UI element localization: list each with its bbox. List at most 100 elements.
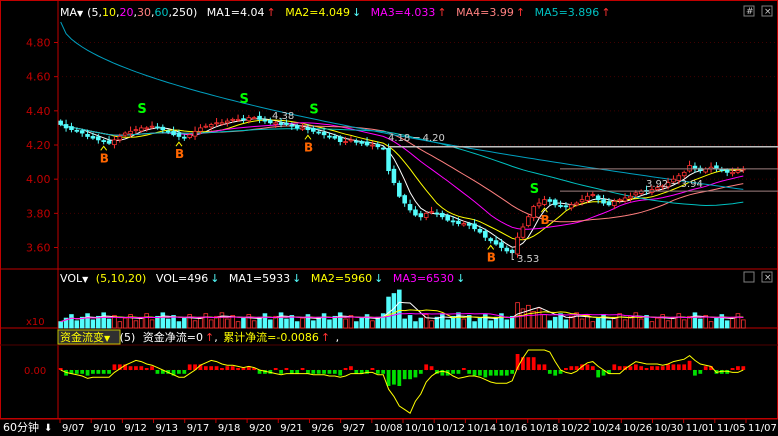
volume-bar (122, 317, 128, 329)
main-panel-controls[interactable]: # × (743, 5, 773, 17)
candle-body (724, 169, 730, 173)
date-label: 10/16 (499, 423, 528, 434)
y-tick-label: 3.80 (26, 207, 51, 220)
period-selector[interactable]: 60分钟 (3, 420, 39, 434)
candle-body (305, 127, 311, 131)
date-label: 10/30 (654, 423, 683, 434)
ma4-value: MA4=3.99 (456, 6, 514, 19)
ma-indicator-name: MA (60, 6, 77, 19)
flow-bar (74, 370, 79, 374)
candle-body (133, 129, 139, 132)
flow-bar (628, 366, 633, 370)
candle-body (563, 205, 569, 208)
flow-bar (488, 370, 493, 376)
flow-bar (392, 370, 396, 385)
buy-signal: B (487, 250, 496, 264)
volume-bar (321, 313, 327, 329)
date-label: 11/05 (717, 423, 746, 434)
volume-bars[interactable] (58, 289, 746, 329)
flow-bar (650, 366, 654, 370)
flow-bar (467, 370, 472, 374)
panel-settings-icon[interactable] (743, 271, 755, 283)
price-axis: 4.80 4.60 4.40 4.20 4.00 3.80 3.60 (26, 37, 58, 255)
volume-bar (531, 311, 536, 329)
candle-body (493, 240, 499, 245)
flow-bar (461, 368, 466, 370)
stock-chart[interactable]: 4.80 4.60 4.40 4.20 4.00 3.80 3.60 S S S S B B B B B 4… (0, 0, 778, 436)
volume-bar (192, 320, 198, 329)
candle-body (165, 130, 171, 133)
candle-body (246, 117, 252, 122)
date-label: 9/26 (311, 423, 333, 434)
candle-body (579, 199, 585, 203)
volume-bar (182, 317, 187, 329)
flow-indicator-name: 资金流变 (60, 330, 104, 344)
date-axis: 60分钟 ⬇ 9/07 9/10 9/12 9/13 9/17 9/18 9/20 9/21 9… (0, 418, 778, 436)
flow-bar (402, 370, 407, 380)
vol-panel-controls[interactable]: × (743, 271, 773, 283)
date-label: 9/17 (187, 423, 209, 434)
volume-bar (741, 319, 746, 329)
date-label: 10/22 (561, 423, 590, 434)
flow-bar (687, 360, 692, 370)
candle-body (569, 204, 574, 209)
volume-bar (724, 320, 730, 329)
money-flow-bars[interactable] (58, 354, 746, 386)
period-dropdown-icon[interactable]: ⬇ (44, 423, 52, 434)
candle-body (117, 136, 123, 141)
candle-body (225, 120, 230, 124)
volume-bar (225, 318, 230, 329)
volume-bar (606, 320, 612, 329)
volume-bar (327, 319, 332, 329)
volume-bar (552, 316, 558, 329)
candle-body (176, 132, 182, 137)
ma-line-long (60, 21, 744, 190)
volume-bar (649, 321, 655, 329)
candle-body (251, 117, 257, 120)
date-label: 10/10 (405, 423, 434, 434)
ma1-value: MA1=4.04 (207, 6, 265, 19)
flow-bar (338, 370, 343, 376)
candle-body (595, 195, 601, 201)
flow-bar (655, 366, 660, 370)
volume-bar (676, 313, 682, 329)
date-label: 10/08 (374, 423, 403, 434)
volume-bar (440, 313, 445, 329)
candle-body (391, 168, 397, 183)
close-glyph: × (764, 273, 772, 283)
flow-bar (80, 370, 85, 374)
candle-body (122, 132, 128, 136)
panel-settings-glyph: # (746, 7, 754, 17)
volume-bar (101, 312, 106, 329)
candle-body (332, 136, 338, 139)
svg-text:MA▼(5,10,20,30,60,250) M: MA▼ (5,10,20,30,60,250) MA1=4.04 ↑ MA2=4.0… (60, 6, 611, 19)
volume-bar (590, 321, 596, 329)
flow-bar (644, 368, 649, 370)
volume-bar (176, 321, 182, 329)
volume-bar (585, 315, 590, 329)
flow-bar (144, 368, 149, 370)
volume-bar (413, 321, 418, 329)
candle-body (601, 199, 606, 204)
flow-bar (332, 370, 337, 374)
volume-bar (655, 317, 660, 329)
candle-body (735, 170, 741, 173)
date-label: 9/12 (124, 423, 146, 434)
candle-body (96, 136, 101, 141)
flow-bar (553, 370, 558, 376)
volume-bar (735, 313, 741, 329)
flow-bar (741, 366, 746, 370)
volume-bar (117, 321, 123, 329)
flow-bar (58, 368, 63, 370)
buy-arrow-icon (100, 145, 108, 151)
volume-bar (90, 319, 96, 329)
volume-bar (106, 318, 112, 329)
candle-body (343, 141, 348, 143)
candle-body (257, 115, 262, 120)
flow-zero-label: 0.00 (24, 366, 46, 377)
svg-text:VOL▼ (5,10,20) VOL: VOL▼ (5,10,20) VOL=496 ↓ MA1=5933 ↓ MA2=59… (60, 272, 465, 285)
volume-bar (665, 320, 671, 329)
candle-body (488, 238, 493, 242)
flow-bar (633, 364, 638, 370)
candle-body (139, 127, 144, 132)
